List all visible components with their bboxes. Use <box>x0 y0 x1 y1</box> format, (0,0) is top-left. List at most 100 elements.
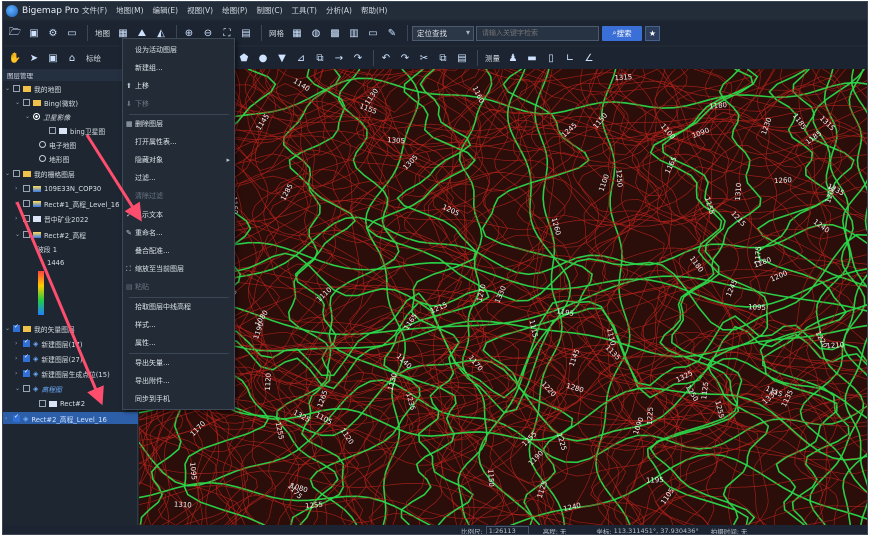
menu-zoom-to-layer[interactable]: ⛶ 缩放至当前图层 <box>123 260 234 278</box>
chevron-down-icon[interactable]: ⌄ <box>5 170 13 177</box>
tree-row-vector-layers[interactable]: ⌄ 我的矢量图层 <box>5 322 75 335</box>
grid-icon[interactable]: ▦ <box>289 25 305 41</box>
checkbox[interactable] <box>23 200 30 207</box>
tree-row-layer15[interactable]: › ◈新建图层生成点位(15) <box>15 367 110 380</box>
menu-filter[interactable]: 过滤... <box>123 169 234 187</box>
checkbox-checked[interactable] <box>23 368 30 377</box>
tree-row-mining[interactable]: › 晋中矿业2022 <box>15 212 89 225</box>
marker-icon[interactable]: ▼ <box>274 50 290 66</box>
menu-sync-to-phone[interactable]: 同步到手机 <box>123 390 234 408</box>
paste-tool-icon[interactable]: ▤ <box>454 50 470 66</box>
tree-row-satellite[interactable]: ⌄ 卫星影像 <box>25 110 70 123</box>
angle-icon[interactable]: ∟ <box>562 50 578 66</box>
chevron-down-icon[interactable]: ⌄ <box>25 113 33 120</box>
chevron-right-icon[interactable]: › <box>15 355 23 362</box>
screen-icon[interactable]: ▭ <box>365 25 381 41</box>
menu-analysis[interactable]: 分析(A) <box>326 5 352 16</box>
checkbox[interactable] <box>13 170 20 177</box>
menu-export-attachments[interactable]: 导出附件... <box>123 372 234 390</box>
globe-icon[interactable]: ◍ <box>308 25 324 41</box>
radio[interactable] <box>39 155 46 162</box>
menu-export-vector[interactable]: 导出矢量... <box>123 354 234 372</box>
chevron-right-icon[interactable]: › <box>5 415 13 422</box>
chevron-right-icon[interactable]: › <box>15 370 23 377</box>
tree-row-bing-satellite[interactable]: bing卫星图 <box>49 124 105 137</box>
pan-hand-icon[interactable]: ✋ <box>7 50 23 66</box>
chevron-right-icon[interactable]: › <box>15 340 23 347</box>
checkbox[interactable] <box>23 215 30 222</box>
menu-draw[interactable]: 绘图(P) <box>222 5 247 16</box>
checkbox[interactable] <box>13 85 20 92</box>
checkbox-checked[interactable] <box>23 338 30 347</box>
menu-tools[interactable]: 工具(T) <box>292 5 317 16</box>
checkbox[interactable] <box>49 127 56 134</box>
cut-icon[interactable]: ✂ <box>416 50 432 66</box>
curve-arrow-icon[interactable]: ↷ <box>350 50 366 66</box>
favorite-star-button[interactable]: ★ <box>645 25 660 41</box>
map-canvas[interactable]: 1250123512551240122012701265123013251330… <box>139 69 867 525</box>
tree-row-cop30[interactable]: › 109E33N_COP30 <box>15 182 101 195</box>
copy-icon[interactable]: ⧉ <box>435 50 451 66</box>
menu-paste[interactable]: ▤ 粘贴 <box>123 278 234 296</box>
azimuth-icon[interactable]: ∠ <box>581 50 597 66</box>
open-folder-icon[interactable]: 🗁 <box>7 25 23 41</box>
chevron-right-icon[interactable]: › <box>15 185 23 192</box>
chevron-down-icon[interactable]: ⌄ <box>5 85 13 92</box>
tree-row-layer27[interactable]: › ◈新建图层(27) <box>15 352 83 365</box>
menu-pick-centerline-elevation[interactable]: 拾取图层中线高程 <box>123 298 234 316</box>
scale-select[interactable]: 1:26113 <box>485 525 529 534</box>
settings-icon[interactable]: ⚙ <box>45 25 61 41</box>
menu-map[interactable]: 地图(M) <box>116 5 143 16</box>
menu-properties[interactable]: 属性... <box>123 334 234 352</box>
tree-row-bing[interactable]: ⌄ Bing(微软) <box>15 96 78 109</box>
tree-row-raster-layers[interactable]: ⌄ 我的栅格图层 <box>5 167 75 180</box>
zoom-level-icon[interactable]: ▤ <box>238 25 254 41</box>
measure-line-icon[interactable]: ⊿ <box>293 50 309 66</box>
menu-overlay-registration[interactable]: 叠合配准... <box>123 242 234 260</box>
checkbox-checked[interactable] <box>23 353 30 362</box>
menu-clear-filter[interactable]: 清除过滤 <box>123 187 234 205</box>
menu-rename[interactable]: ✎ 重命名... <box>123 224 234 242</box>
polygon-icon[interactable]: ⬟ <box>236 50 252 66</box>
chevron-down-icon[interactable]: ⌄ <box>15 99 23 106</box>
menu-move-up[interactable]: ⬆ 上移 <box>123 77 234 95</box>
image-icon[interactable]: ▣ <box>45 50 61 66</box>
menu-view[interactable]: 视图(V) <box>187 5 213 16</box>
chevron-right-icon[interactable]: › <box>15 200 23 207</box>
tree-row-rect2[interactable]: ⌄ Rect#2_高程 <box>15 228 86 241</box>
select-arrow-icon[interactable]: ➤ <box>26 50 42 66</box>
person-icon[interactable]: ♟ <box>505 50 521 66</box>
menu-open-attribute-table[interactable]: 打开属性表... <box>123 133 234 151</box>
save-icon[interactable]: ▣ <box>26 25 42 41</box>
menu-hide-objects[interactable]: 隐藏对象 ▸ <box>123 151 234 169</box>
ruler-icon[interactable]: ▬ <box>524 50 540 66</box>
menu-show-text[interactable]: ✓ 显示文本 <box>123 206 234 224</box>
home-icon[interactable]: ⌂ <box>64 50 80 66</box>
radio-selected[interactable] <box>33 113 40 120</box>
chevron-down-icon[interactable]: ⌄ <box>5 325 13 332</box>
checkbox[interactable] <box>23 99 30 106</box>
tree-row-my-maps[interactable]: ⌄ 我的地图 <box>5 82 61 95</box>
menu-style[interactable]: 样式... <box>123 316 234 334</box>
tree-row-street-map[interactable]: 电子地图 <box>39 138 76 151</box>
checkbox[interactable] <box>23 231 30 238</box>
tree-row-terrain[interactable]: 地形图 <box>39 152 69 165</box>
undo-icon[interactable]: ↶ <box>378 50 394 66</box>
radio[interactable] <box>39 141 46 148</box>
menu-edit[interactable]: 编辑(E) <box>153 5 179 16</box>
tree-row-rect2-vector[interactable]: Rect#2 <box>39 397 85 410</box>
locate-mode-select[interactable]: 定位查找 <box>412 25 474 41</box>
checkbox-checked[interactable] <box>13 413 20 422</box>
menu-set-active-layer[interactable]: 设为活动图层 <box>123 41 234 59</box>
menu-move-down[interactable]: ⬇ 下移 <box>123 95 234 113</box>
chevron-down-icon[interactable]: ⌄ <box>15 385 23 392</box>
tiles-icon[interactable]: ▥ <box>346 25 362 41</box>
redo-icon[interactable]: ↷ <box>397 50 413 66</box>
menu-delete-layer[interactable]: ▦ 删除图层 <box>123 115 234 133</box>
checkbox[interactable] <box>39 400 46 407</box>
tree-row-layer17[interactable]: › ◈新建图层(17) <box>15 337 83 350</box>
clear-icon[interactable]: ✎ <box>384 25 400 41</box>
search-input[interactable] <box>476 25 599 41</box>
chevron-right-icon[interactable]: › <box>15 215 23 222</box>
checkbox-checked[interactable] <box>13 323 20 332</box>
